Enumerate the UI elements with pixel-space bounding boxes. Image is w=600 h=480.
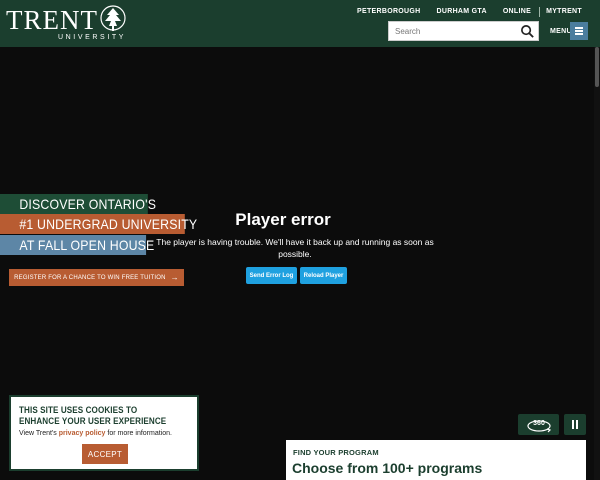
- trent-logo[interactable]: TRENT UNIVERSITY: [6, 4, 132, 44]
- privacy-policy-link[interactable]: privacy policy: [59, 430, 106, 437]
- reload-player-button[interactable]: Reload Player: [300, 267, 347, 284]
- nav-durham-gta[interactable]: DURHAM GTA: [429, 7, 495, 17]
- cookie-text-before: View Trent's: [19, 430, 59, 437]
- cookie-title: THIS SITE USES COOKIES TO ENHANCE YOUR U…: [19, 405, 167, 426]
- cookie-text-after: for more information.: [105, 430, 172, 437]
- logo-subtitle: UNIVERSITY: [58, 34, 127, 41]
- page-scrollbar[interactable]: [594, 47, 600, 480]
- player-error-title: Player error: [235, 210, 331, 229]
- view-360-button[interactable]: 360: [518, 414, 559, 435]
- nav-peterborough[interactable]: PETERBOROUGH: [349, 7, 429, 17]
- send-error-log-button[interactable]: Send Error Log: [246, 267, 297, 284]
- view-360-label: 360: [533, 420, 545, 427]
- search-box: [388, 21, 539, 41]
- register-button[interactable]: REGISTER FOR A CHANCE TO WIN FREE TUITIO…: [9, 269, 184, 286]
- pause-button[interactable]: [564, 414, 586, 435]
- view-360-icon: 360: [526, 420, 551, 432]
- hero-line-3: AT FALL OPEN HOUSE: [0, 235, 154, 255]
- program-finder-title[interactable]: Choose from 100+ programs: [292, 460, 482, 476]
- tree-icon: [100, 5, 126, 31]
- arrow-right-icon: →: [170, 273, 179, 282]
- program-finder-label: FIND YOUR PROGRAM: [293, 448, 379, 457]
- player-error-message: The player is having trouble. We'll have…: [156, 237, 434, 259]
- cookie-text: View Trent's privacy policy for more inf…: [19, 430, 172, 437]
- logo-wordmark: TRENT: [6, 5, 98, 35]
- scrollbar-thumb[interactable]: [595, 47, 599, 87]
- menu-label: MENU: [550, 27, 572, 35]
- nav-mytrent[interactable]: MYTRENT: [539, 7, 590, 17]
- hamburger-icon: [570, 22, 588, 40]
- search-icon[interactable]: [520, 24, 535, 39]
- search-input[interactable]: [389, 22, 514, 40]
- nav-online[interactable]: ONLINE: [495, 7, 539, 17]
- campus-nav: PETERBOROUGH DURHAM GTA ONLINE MYTRENT: [349, 7, 590, 17]
- site-header: TRENT UNIVERSITY PETERBOROUGH DURHAM GTA…: [0, 0, 600, 47]
- menu-button[interactable]: MENU: [546, 21, 590, 41]
- pause-icon: [572, 420, 578, 429]
- cookie-accept-button[interactable]: ACCEPT: [82, 444, 128, 464]
- cookie-notice: THIS SITE USES COOKIES TO ENHANCE YOUR U…: [9, 395, 199, 471]
- program-finder: FIND YOUR PROGRAM Choose from 100+ progr…: [286, 440, 586, 480]
- register-label: REGISTER FOR A CHANCE TO WIN FREE TUITIO…: [14, 274, 166, 281]
